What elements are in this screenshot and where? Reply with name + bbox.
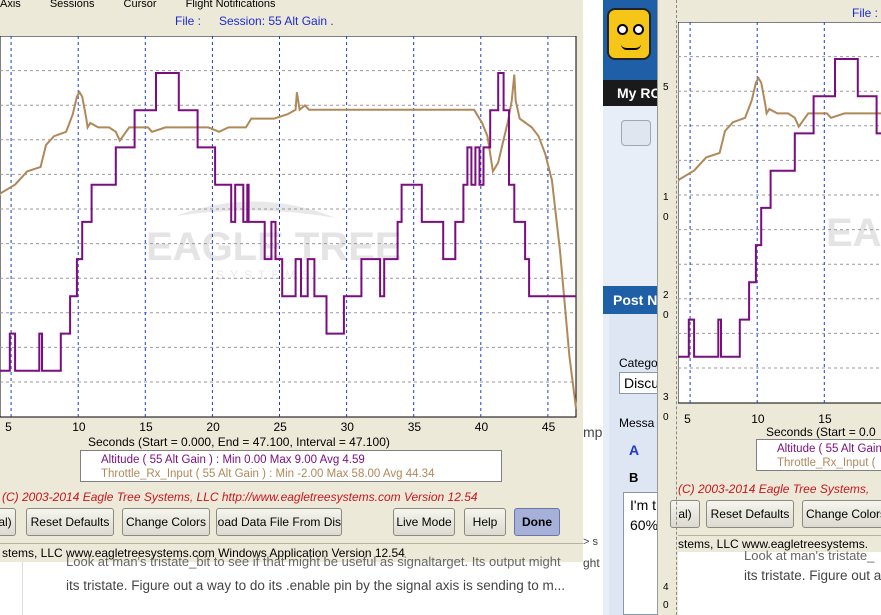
- copyright-text: (C) 2003-2014 Eagle Tree Systems, LLC ht…: [2, 490, 478, 504]
- legend-throttle: Throttle_Rx_Input ( 55 Alt Gain ) : Min …: [101, 468, 435, 480]
- x-tick-label: 15: [139, 420, 153, 434]
- cut-text-mp: mp: [583, 424, 603, 440]
- vertical-scale-label: 5: [663, 82, 669, 93]
- message-textarea[interactable]: I'm t 60%: [623, 492, 659, 615]
- load-data-file-button[interactable]: Load Data File From Disk: [216, 508, 342, 536]
- myrc-bar: My RC: [603, 80, 661, 106]
- selection-border: [676, 0, 881, 615]
- vertical-scale-label: 3: [663, 392, 669, 403]
- browser-page-strip: My RC Post N Catego Discu Messa A B I'm …: [603, 0, 661, 615]
- session-title: Session: 55 Alt Gain .: [219, 14, 334, 28]
- x-tick-label: 40: [474, 420, 489, 434]
- main-app-window: Axis Sessions Cursor Flight Notification…: [0, 0, 583, 615]
- help-button[interactable]: Help: [464, 508, 506, 536]
- mascot-logo: [607, 8, 651, 60]
- menu-bar: Axis Sessions Cursor Flight Notification…: [0, 0, 583, 10]
- category-select[interactable]: Discu: [619, 372, 659, 394]
- vertical-scale-label: 2: [663, 290, 669, 301]
- x-tick-label: 20: [206, 420, 220, 434]
- font-color-icon[interactable]: A: [629, 442, 639, 458]
- menu-sessions[interactable]: Sessions: [50, 0, 95, 10]
- forum-line-2: its tristate. Figure out a way to do its…: [66, 578, 566, 593]
- change-colors-button[interactable]: Change Colors: [122, 508, 210, 536]
- telemetry-chart[interactable]: EAGLE TREESYSTEMS: [0, 36, 577, 418]
- cut-text-gt: > s: [583, 536, 598, 548]
- forum-edge-area: mp > s ght: [583, 0, 603, 615]
- legend-altitude: Altitude ( 55 Alt Gain ) : Min 0.00 Max …: [101, 454, 365, 466]
- reset-defaults-button[interactable]: Reset Defaults: [26, 508, 114, 536]
- x-tick-label: 45: [541, 420, 556, 434]
- cut-text-ght: ght: [583, 556, 600, 570]
- post-label: Post N: [613, 292, 658, 308]
- second-app-window: File : 510203040 EAGL 51015 Seconds (Sta…: [657, 0, 881, 615]
- x-tick-label: 25: [273, 420, 287, 434]
- transmitter-icon[interactable]: [621, 120, 651, 146]
- x-tick-label: 35: [407, 420, 422, 434]
- vertical-scale-label: 1: [663, 192, 669, 203]
- message-label: Messa: [619, 416, 655, 430]
- message-line-1: I'm t: [630, 497, 657, 513]
- live-mode-button[interactable]: Live Mode: [393, 508, 455, 536]
- forum-text-area: Look at man's tristate_bit to see if tha…: [0, 554, 583, 615]
- chart-legend: Altitude ( 55 Alt Gain ) : Min 0.00 Max …: [80, 450, 502, 482]
- vertical-scale-label: 0: [663, 412, 669, 423]
- forum-divider: [22, 562, 23, 615]
- message-line-2: 60%: [630, 517, 659, 533]
- x-tick-label: 30: [340, 420, 354, 434]
- forum-line-1: Look at man's tristate_bit to see if tha…: [66, 554, 561, 569]
- done-button[interactable]: Done: [514, 508, 560, 536]
- watermark-text: EAGLE TREE: [146, 225, 402, 269]
- category-label: Catego: [619, 356, 658, 370]
- x-tick-label: 10: [72, 420, 86, 434]
- vertical-scale-label: 4: [663, 582, 669, 593]
- post-header: Post N: [603, 286, 657, 314]
- bold-icon[interactable]: B: [629, 470, 638, 485]
- partial-button[interactable]: al): [0, 508, 16, 536]
- menu-flight-notifications[interactable]: Flight Notifications: [186, 0, 276, 10]
- vertical-scale-label: 0: [663, 212, 669, 223]
- vertical-scale-label: 0: [663, 310, 669, 321]
- vertical-scale-label: 0: [663, 600, 669, 611]
- menu-axis[interactable]: Axis: [0, 0, 21, 10]
- myrc-label[interactable]: My RC: [617, 85, 661, 101]
- file-label: File :: [175, 14, 202, 28]
- menu-cursor[interactable]: Cursor: [124, 0, 157, 10]
- category-value: Discu: [624, 375, 660, 391]
- x-axis-label: Seconds (Start = 0.000, End = 47.100, In…: [88, 435, 390, 449]
- x-tick-label: 5: [5, 420, 12, 434]
